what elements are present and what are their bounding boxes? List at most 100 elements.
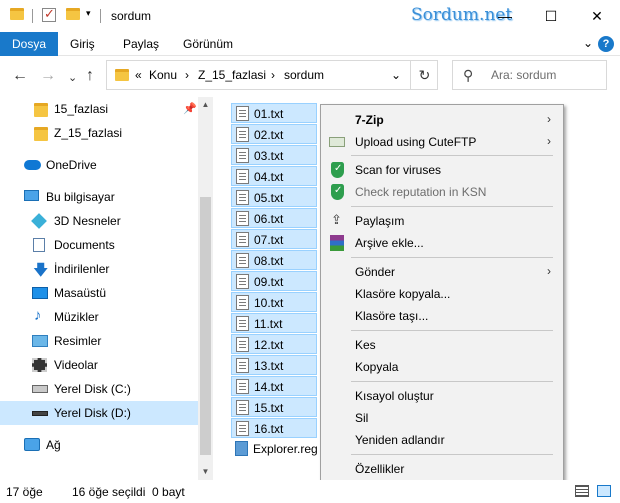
large-icons-view-icon[interactable] <box>597 485 611 497</box>
sidebar-item-masaustu[interactable]: Masaüstü <box>0 281 198 305</box>
list-item[interactable]: 01.txt <box>231 103 317 123</box>
sidebar-item-muzikler[interactable]: ♪ Müzikler <box>0 305 198 329</box>
sidebar-item-z-15-fazlasi[interactable]: Z_15_fazlasi <box>0 121 198 145</box>
breadcrumb-separator[interactable]: › <box>185 68 189 82</box>
text-file-icon <box>236 379 249 394</box>
menu-separator <box>351 257 553 258</box>
menu-item-ozellikler[interactable]: Özellikler <box>321 458 563 480</box>
sidebar-item-bu-bilgisayar[interactable]: Bu bilgisayar <box>0 185 198 209</box>
list-item[interactable]: 03.txt <box>231 145 317 165</box>
menu-item-paylasim[interactable]: ⇪ Paylaşım <box>321 210 563 232</box>
help-icon[interactable]: ? <box>598 36 614 52</box>
sidebar-item-label: Yerel Disk (C:) <box>54 382 131 396</box>
list-item[interactable]: 04.txt <box>231 166 317 186</box>
address-bar[interactable]: « Konu › Z_15_fazlasi › sordum ⌄ <box>106 60 438 90</box>
sidebar-item-label: Müzikler <box>54 310 99 324</box>
menu-item-label: Kısayol oluştur <box>355 389 434 403</box>
scroll-down-icon[interactable]: ▼ <box>198 464 213 480</box>
sidebar-item-label: OneDrive <box>46 158 97 172</box>
menu-item-check-reputation: Check reputation in KSN <box>321 181 563 203</box>
expand-ribbon-icon[interactable]: ⌄ <box>583 36 593 50</box>
refresh-button[interactable]: ↻ <box>410 61 438 89</box>
menu-item-gonder[interactable]: Gönder › <box>321 261 563 283</box>
scroll-up-icon[interactable]: ▲ <box>198 97 213 113</box>
sidebar-item-resimler[interactable]: Resimler <box>0 329 198 353</box>
tab-paylas[interactable]: Paylaş <box>123 32 159 56</box>
menu-item-kes[interactable]: Kes <box>321 334 563 356</box>
menu-separator <box>351 206 553 207</box>
list-item[interactable]: 08.txt <box>231 250 317 270</box>
menu-item-yeniden-adlandir[interactable]: Yeniden adlandır <box>321 429 563 451</box>
tab-gorunum[interactable]: Görünüm <box>183 32 233 56</box>
sidebar-item-videolar[interactable]: Videolar <box>0 353 198 377</box>
tab-giris[interactable]: Giriş <box>70 32 95 56</box>
sidebar-item-ag[interactable]: Ağ <box>0 433 198 457</box>
sidebar-item-label: Z_15_fazlasi <box>54 126 123 140</box>
sidebar-item-15-fazlasi[interactable]: 15_fazlasi 📌 <box>0 97 198 121</box>
details-view-icon[interactable] <box>575 485 589 497</box>
list-item[interactable]: 14.txt <box>231 376 317 396</box>
sidebar-item-documents[interactable]: Documents <box>0 233 198 257</box>
list-item[interactable]: 13.txt <box>231 355 317 375</box>
list-item[interactable]: 06.txt <box>231 208 317 228</box>
sidebar-item-yerel-disk-d[interactable]: Yerel Disk (D:) <box>0 401 198 425</box>
list-item[interactable]: 11.txt <box>231 313 317 333</box>
menu-item-kisayol-olustur[interactable]: Kısayol oluştur <box>321 385 563 407</box>
breadcrumb-item[interactable]: Konu <box>149 68 177 82</box>
list-item[interactable]: Explorer.reg <box>231 439 331 459</box>
tab-dosya[interactable]: Dosya <box>0 32 59 56</box>
menu-item-arsive-ekle[interactable]: Arşive ekle... <box>321 232 563 254</box>
list-item[interactable]: 12.txt <box>231 334 317 354</box>
menu-item-label: Yeniden adlandır <box>355 433 445 447</box>
list-item[interactable]: 09.txt <box>231 271 317 291</box>
list-item[interactable]: 10.txt <box>231 292 317 312</box>
divider <box>32 9 33 23</box>
list-item[interactable]: 15.txt <box>231 397 317 417</box>
pictures-icon <box>32 335 48 347</box>
breadcrumb-item[interactable]: Z_15_fazlasi <box>198 68 266 82</box>
new-folder-icon[interactable] <box>66 8 80 20</box>
breadcrumb-item[interactable]: sordum <box>284 68 324 82</box>
menu-item-upload-cuteftp[interactable]: Upload using CuteFTP › <box>321 131 563 153</box>
menu-item-klasore-kopyala[interactable]: Klasöre kopyala... <box>321 283 563 305</box>
minimize-button[interactable]: — <box>482 0 528 32</box>
menu-item-scan-viruses[interactable]: Scan for viruses <box>321 159 563 181</box>
address-dropdown-icon[interactable]: ⌄ <box>391 68 401 82</box>
text-file-icon <box>236 253 249 268</box>
menu-item-7zip[interactable]: 7-Zip › <box>321 109 563 131</box>
back-button[interactable]: ← <box>12 67 28 85</box>
scrollbar-thumb[interactable] <box>200 197 211 455</box>
menu-item-label: Scan for viruses <box>355 163 442 177</box>
submenu-arrow-icon: › <box>547 112 551 126</box>
menu-item-kopyala[interactable]: Kopyala <box>321 356 563 378</box>
text-file-icon <box>236 148 249 163</box>
sidebar-item-onedrive[interactable]: OneDrive <box>0 153 198 177</box>
up-button[interactable]: ↑ <box>86 67 94 85</box>
navigation-pane-scrollbar[interactable]: ▲ ▼ <box>198 97 213 480</box>
breadcrumb-separator[interactable]: › <box>271 68 275 82</box>
sidebar-item-3d-nesneler[interactable]: 3D Nesneler <box>0 209 198 233</box>
sidebar-item-yerel-disk-c[interactable]: Yerel Disk (C:) <box>0 377 198 401</box>
sidebar-item-indirilenler[interactable]: 🡇 İndirilenler <box>0 257 198 281</box>
sidebar-item-label: Ağ <box>46 438 61 452</box>
list-item[interactable]: 16.txt <box>231 418 317 438</box>
maximize-button[interactable]: ☐ <box>528 0 574 32</box>
folder-icon <box>34 103 48 117</box>
file-name: Explorer.reg <box>253 442 318 456</box>
breadcrumb-overflow[interactable]: « <box>135 68 142 82</box>
list-item[interactable]: 07.txt <box>231 229 317 249</box>
search-box[interactable]: ⚲ Ara: sordum <box>452 60 607 90</box>
status-bar: 17 öğe 16 öğe seçildi 0 bayt <box>0 480 620 503</box>
recent-locations-button[interactable]: ⌄ <box>68 71 77 84</box>
menu-item-sil[interactable]: Sil <box>321 407 563 429</box>
menu-item-label: Gönder <box>355 265 396 279</box>
list-item[interactable]: 05.txt <box>231 187 317 207</box>
search-input[interactable]: Ara: sordum <box>491 68 556 82</box>
list-item[interactable]: 02.txt <box>231 124 317 144</box>
forward-button[interactable]: → <box>40 67 56 85</box>
navigation-pane: 15_fazlasi 📌 Z_15_fazlasi OneDrive Bu bi… <box>0 97 213 480</box>
close-button[interactable]: ✕ <box>574 0 620 32</box>
properties-icon[interactable] <box>42 6 56 22</box>
menu-item-klasore-tasi[interactable]: Klasöre taşı... <box>321 305 563 327</box>
customize-quick-access-icon[interactable]: ▾ <box>86 8 91 19</box>
